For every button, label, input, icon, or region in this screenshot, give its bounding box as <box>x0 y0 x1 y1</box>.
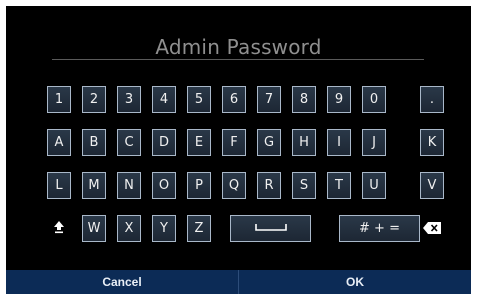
space-key[interactable] <box>230 215 311 242</box>
password-field-underline <box>52 59 424 60</box>
key-w[interactable]: W <box>82 215 106 242</box>
key-z[interactable]: Z <box>187 215 211 242</box>
ok-button[interactable]: OK <box>239 270 471 294</box>
key-k[interactable]: K <box>420 129 444 156</box>
key-1[interactable]: 1 <box>47 86 71 113</box>
key-r[interactable]: R <box>257 172 281 199</box>
key-q[interactable]: Q <box>222 172 246 199</box>
key-i[interactable]: I <box>327 129 351 156</box>
key-m[interactable]: M <box>82 172 106 199</box>
key-e[interactable]: E <box>187 129 211 156</box>
key-s[interactable]: S <box>292 172 316 199</box>
backspace-icon <box>423 219 441 238</box>
key-u[interactable]: U <box>362 172 386 199</box>
backspace-key[interactable] <box>420 215 444 242</box>
key-9[interactable]: 9 <box>327 86 351 113</box>
key-6[interactable]: 6 <box>222 86 246 113</box>
key-y[interactable]: Y <box>152 215 176 242</box>
key-j[interactable]: J <box>362 129 386 156</box>
key-p[interactable]: P <box>187 172 211 199</box>
shift-up-arrow-icon <box>52 219 66 238</box>
key-3[interactable]: 3 <box>117 86 141 113</box>
key-4[interactable]: 4 <box>152 86 176 113</box>
cancel-button[interactable]: Cancel <box>6 270 238 294</box>
space-bar-icon <box>254 221 287 236</box>
key-v[interactable]: V <box>420 172 444 199</box>
key-d[interactable]: D <box>152 129 176 156</box>
key-n[interactable]: N <box>117 172 141 199</box>
symbols-key[interactable]: # + = <box>339 215 420 242</box>
page-title: Admin Password <box>155 35 322 59</box>
keyboard-screen: Admin Password 1 2 3 4 5 6 7 8 9 0 . A B… <box>6 6 471 294</box>
key-period[interactable]: . <box>420 86 444 113</box>
key-h[interactable]: H <box>292 129 316 156</box>
key-a[interactable]: A <box>47 129 71 156</box>
key-b[interactable]: B <box>82 129 106 156</box>
key-f[interactable]: F <box>222 129 246 156</box>
key-t[interactable]: T <box>327 172 351 199</box>
key-5[interactable]: 5 <box>187 86 211 113</box>
key-0[interactable]: 0 <box>362 86 386 113</box>
key-g[interactable]: G <box>257 129 281 156</box>
key-7[interactable]: 7 <box>257 86 281 113</box>
shift-key[interactable] <box>47 215 71 242</box>
bottom-action-bar: Cancel OK <box>6 270 471 294</box>
key-l[interactable]: L <box>47 172 71 199</box>
key-x[interactable]: X <box>117 215 141 242</box>
key-2[interactable]: 2 <box>82 86 106 113</box>
key-o[interactable]: O <box>152 172 176 199</box>
key-8[interactable]: 8 <box>292 86 316 113</box>
key-c[interactable]: C <box>117 129 141 156</box>
